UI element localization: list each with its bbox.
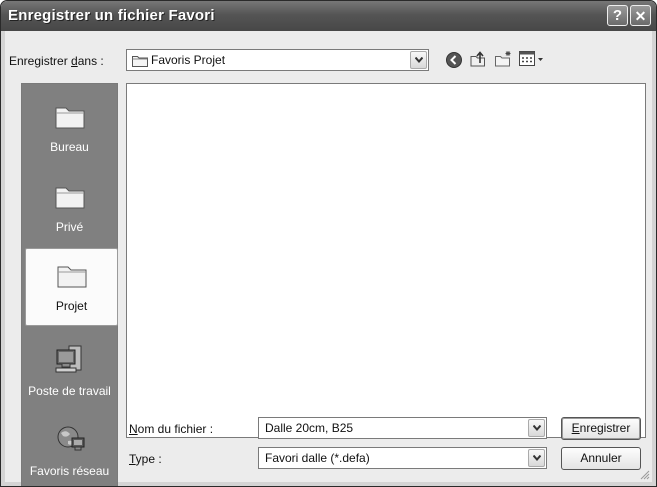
- save-favorite-dialog: Enregistrer un fichier Favori ? ✕ Enregi…: [0, 0, 657, 487]
- save-in-location: Favoris Projet: [151, 53, 226, 67]
- save-in-dropdown-button[interactable]: [410, 51, 427, 69]
- chevron-down-icon: [533, 455, 541, 461]
- folder-icon: [57, 266, 87, 288]
- filename-value: Dalle 20cm, B25: [265, 421, 354, 435]
- type-label: Type :: [129, 452, 162, 466]
- chevron-down-icon: [533, 425, 541, 431]
- save-in-combo[interactable]: Favoris Projet: [126, 49, 429, 71]
- dialog-body: Enregistrer dans : Favoris Projet Bureau…: [5, 31, 652, 486]
- place-bureau[interactable]: Bureau: [23, 88, 116, 166]
- close-button[interactable]: ✕: [630, 5, 651, 26]
- folder-icon: [132, 56, 148, 67]
- filename-label: Nom du fichier :: [129, 422, 214, 436]
- computer-icon: [55, 345, 82, 373]
- filename-dropdown-button[interactable]: [528, 419, 545, 437]
- place-projet[interactable]: Projet: [25, 248, 118, 326]
- up-one-level-icon[interactable]: [469, 50, 487, 68]
- network-icon: [57, 426, 85, 451]
- type-value: Favori dalle (*.defa): [265, 451, 370, 465]
- type-select[interactable]: Favori dalle (*.defa): [258, 447, 547, 469]
- place-poste-de-travail[interactable]: Poste de travail: [23, 332, 116, 410]
- places-bar: Bureau Privé Projet Poste de travail Fav…: [21, 83, 118, 486]
- type-dropdown-button[interactable]: [528, 449, 545, 467]
- resize-grip-icon[interactable]: [640, 470, 650, 480]
- place-prive[interactable]: Privé: [23, 168, 116, 246]
- view-menu-icon[interactable]: [519, 51, 547, 67]
- back-icon[interactable]: [445, 51, 463, 69]
- place-favoris-reseau[interactable]: Favoris réseau: [23, 412, 116, 486]
- cancel-button[interactable]: Annuler: [561, 447, 641, 470]
- folder-icon: [55, 187, 85, 209]
- chevron-down-icon: [415, 57, 423, 63]
- help-button[interactable]: ?: [607, 5, 628, 26]
- file-list[interactable]: [126, 83, 646, 438]
- folder-icon: [55, 107, 85, 129]
- new-folder-icon[interactable]: [494, 50, 512, 68]
- save-in-label: Enregistrer dans :: [9, 54, 104, 68]
- filename-input[interactable]: Dalle 20cm, B25: [258, 417, 547, 439]
- title-bar[interactable]: Enregistrer un fichier Favori ? ✕: [1, 1, 656, 31]
- save-button[interactable]: Enregistrer: [561, 417, 641, 440]
- dialog-title: Enregistrer un fichier Favori: [8, 7, 215, 24]
